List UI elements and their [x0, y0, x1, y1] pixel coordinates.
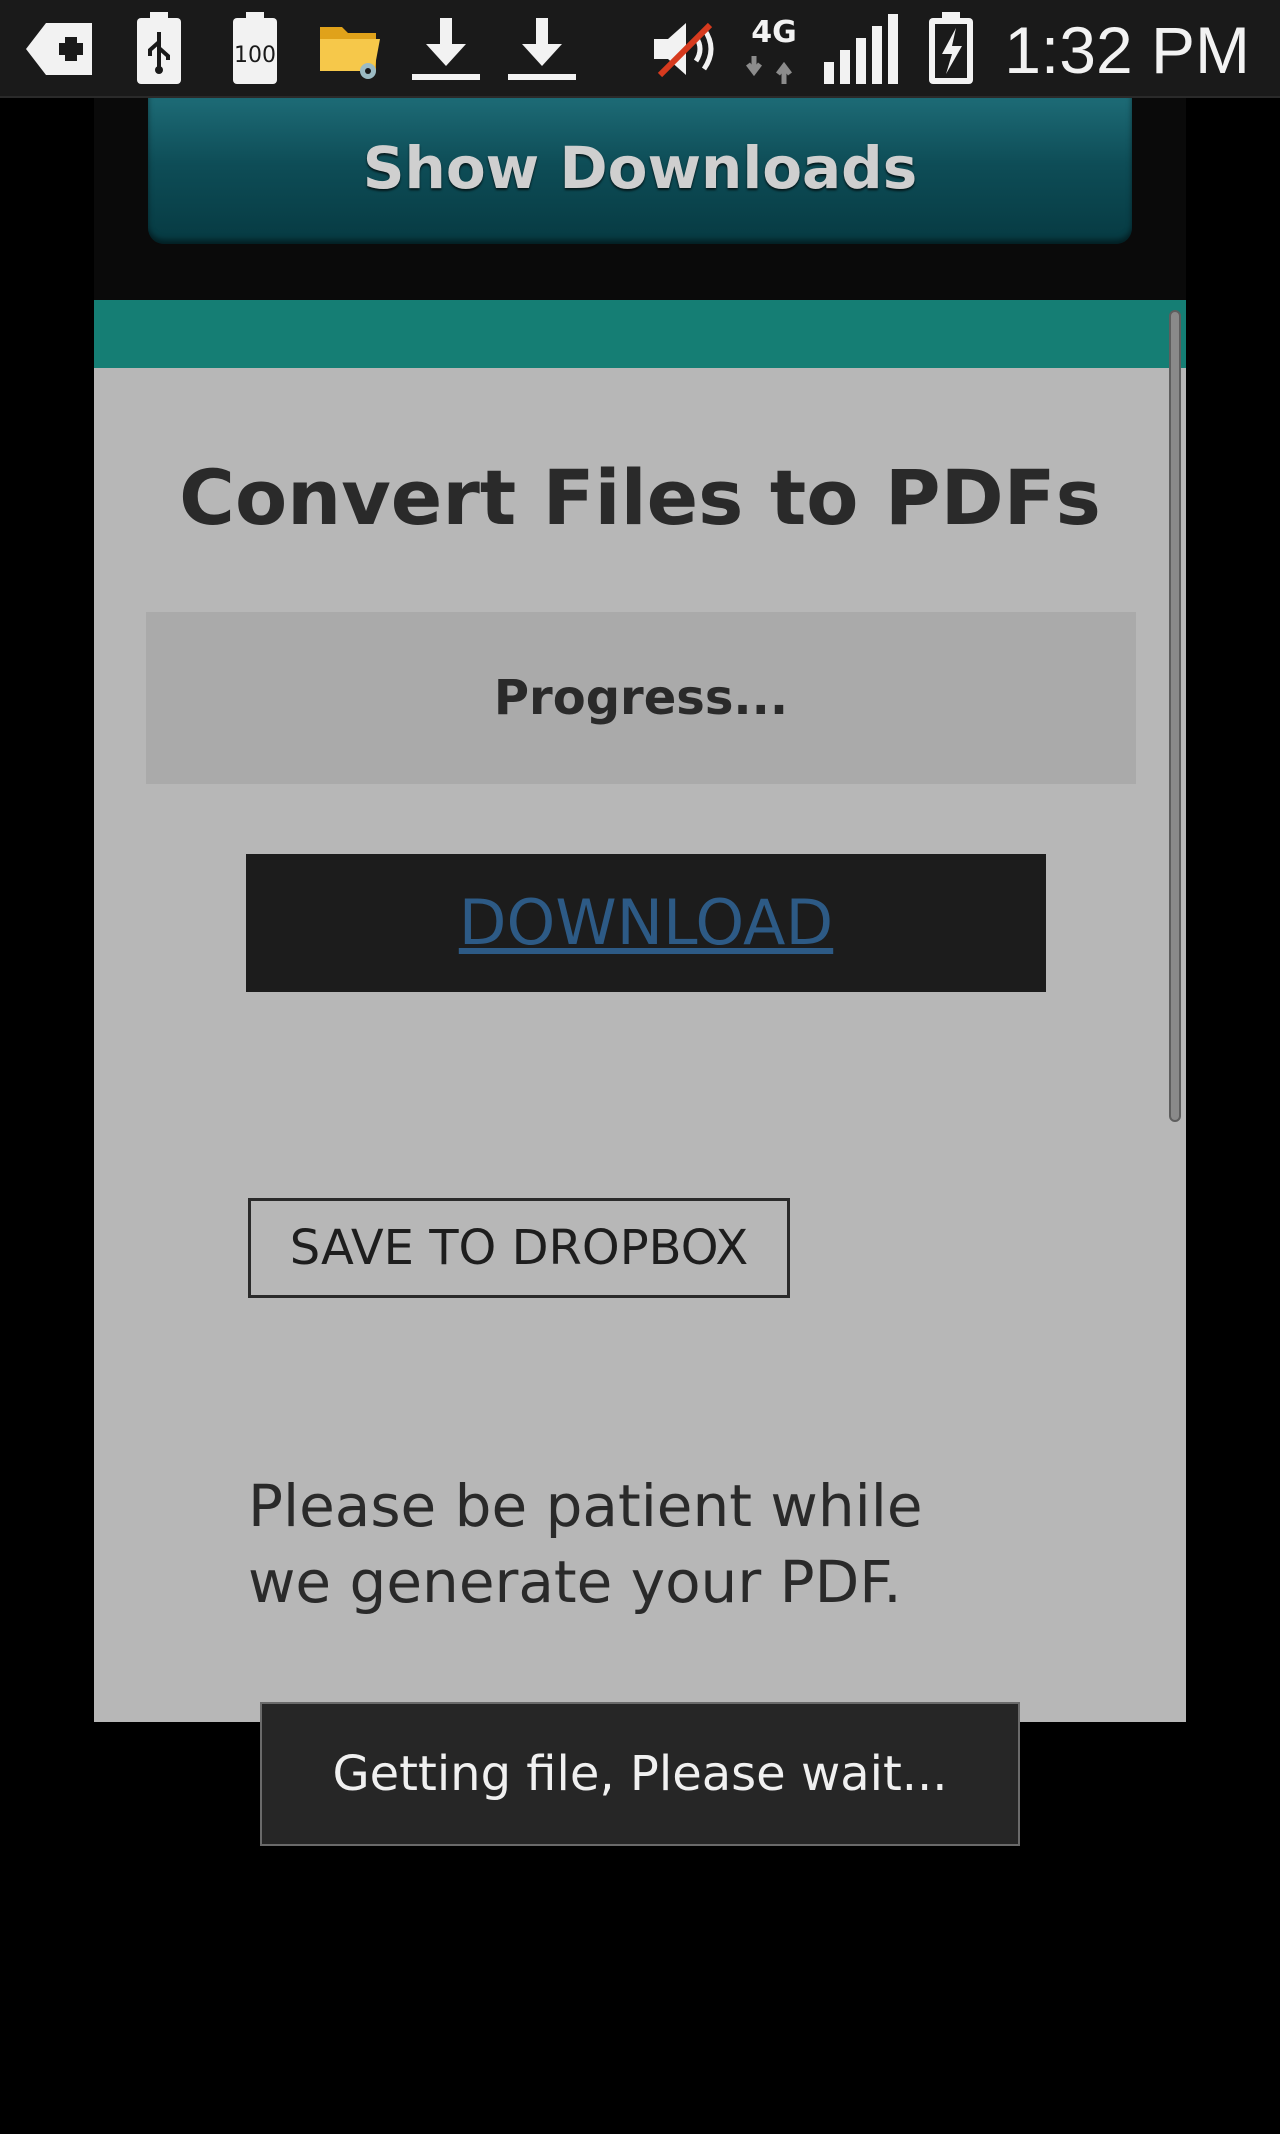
progress-label: Progress...: [493, 670, 789, 726]
folder-icon: [318, 12, 382, 86]
patience-message: Please be patient while we generate your…: [248, 1468, 1048, 1620]
svg-text:100: 100: [234, 43, 276, 68]
panel-header-bar: [94, 300, 1186, 368]
show-downloads-button[interactable]: Show Downloads: [148, 98, 1132, 244]
scrollbar[interactable]: [1169, 310, 1181, 1122]
toast-message: Getting file, Please wait...: [260, 1702, 1020, 1846]
progress-box: Progress...: [146, 612, 1136, 784]
download-button[interactable]: DOWNLOAD: [246, 854, 1046, 992]
network-4g-icon: 4G: [744, 12, 804, 86]
status-time: 1:32 PM: [1004, 13, 1250, 87]
plus-notification-icon: [22, 12, 98, 86]
patience-line-1: Please be patient while: [248, 1472, 923, 1540]
download-icon: [410, 12, 482, 86]
mute-icon: [650, 12, 726, 86]
converter-panel: Convert Files to PDFs Progress... DOWNLO…: [94, 300, 1186, 1722]
screen: 100 4G 1:32 PM Show Downloads Convert Fi…: [0, 0, 1280, 2134]
status-bar: 100 4G 1:32 PM: [0, 0, 1280, 98]
header-area: Show Downloads: [94, 98, 1186, 300]
battery-100-icon: 100: [230, 12, 280, 86]
save-to-dropbox-button[interactable]: SAVE TO DROPBOX: [248, 1198, 790, 1298]
battery-charging-icon: [926, 12, 976, 86]
signal-icon: [820, 12, 900, 86]
patience-line-2: we generate your PDF.: [248, 1548, 902, 1616]
download-icon: [506, 12, 578, 86]
download-link[interactable]: DOWNLOAD: [459, 886, 833, 959]
svg-text:4G: 4G: [751, 15, 797, 50]
usb-icon: [134, 12, 184, 86]
page-title: Convert Files to PDFs: [179, 453, 1101, 542]
